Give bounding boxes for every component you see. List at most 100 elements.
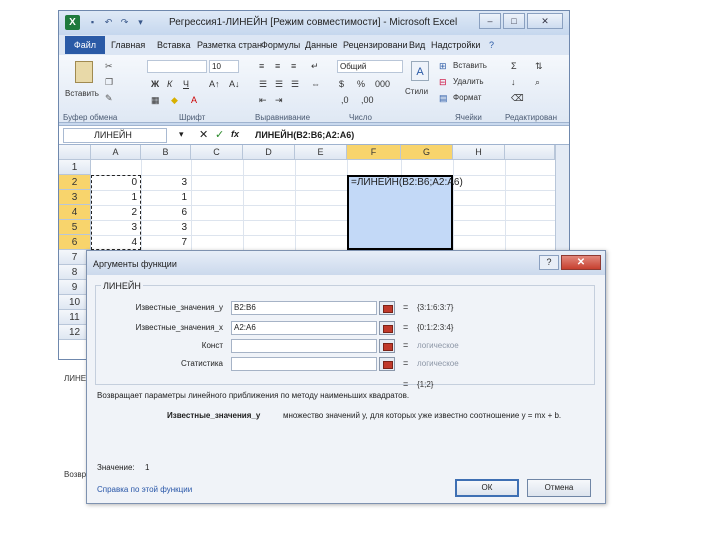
name-box-dropdown-icon[interactable]: ▾ [179, 129, 184, 140]
enter-formula-icon[interactable]: ✓ [215, 128, 224, 141]
save-icon[interactable]: ▪ [87, 17, 98, 28]
align-top-icon[interactable]: ≡ [259, 61, 264, 71]
tab-file[interactable]: Файл [65, 36, 105, 54]
column-header-a[interactable]: A [91, 145, 141, 160]
autosum-icon[interactable]: Σ [511, 61, 517, 71]
column-header-i[interactable] [505, 145, 555, 160]
arg-input-stats[interactable] [231, 357, 377, 371]
column-header-h[interactable]: H [453, 145, 505, 160]
insert-cells-label[interactable]: Вставить [453, 61, 487, 70]
column-header-e[interactable]: E [295, 145, 347, 160]
cell-a4[interactable]: 2 [91, 205, 141, 220]
styles-icon[interactable]: A [411, 61, 429, 81]
percent-icon[interactable]: % [357, 79, 365, 89]
fill-color-icon[interactable]: ◆ [171, 95, 178, 106]
sort-filter-icon[interactable]: ⇅ [535, 61, 543, 72]
collapse-dialog-icon[interactable] [379, 321, 395, 335]
comma-style-icon[interactable]: 000 [375, 79, 390, 89]
currency-icon[interactable]: $ [339, 79, 344, 89]
row-header-3[interactable]: 3 [59, 190, 91, 205]
increase-decimal-icon[interactable]: ,0 [341, 95, 349, 105]
cell-a5[interactable]: 3 [91, 220, 141, 235]
cancel-button[interactable]: Отмена [527, 479, 591, 497]
cell-f2-formula[interactable]: =ЛИНЕЙН(B2:B6;A2:A6) [351, 177, 463, 188]
cancel-formula-icon[interactable]: ✕ [199, 128, 208, 141]
paste-icon[interactable] [75, 61, 93, 83]
close-window-button[interactable]: ✕ [527, 13, 563, 29]
borders-icon[interactable]: ▦ [151, 95, 160, 106]
column-header-c[interactable]: C [191, 145, 243, 160]
column-header-g[interactable]: G [401, 145, 453, 160]
name-box[interactable]: ЛИНЕЙН [63, 128, 167, 143]
font-shrink-icon[interactable]: A↓ [229, 79, 240, 89]
arg-input-known-y[interactable]: B2:B6 [231, 301, 377, 315]
column-header-f[interactable]: F [347, 145, 401, 160]
customize-quick-access-icon[interactable]: ▾ [135, 17, 146, 28]
bold-button[interactable]: Ж [151, 79, 159, 89]
format-cells-icon[interactable]: ▤ [439, 93, 448, 104]
row-header-6[interactable]: 6 [59, 235, 91, 250]
align-left-icon[interactable]: ☰ [259, 79, 267, 90]
align-right-icon[interactable]: ☰ [291, 79, 299, 90]
help-icon[interactable]: ? [489, 40, 494, 50]
align-bottom-icon[interactable]: ≡ [291, 61, 296, 71]
format-painter-icon[interactable]: ✎ [105, 93, 113, 104]
ok-button[interactable]: ОК [455, 479, 519, 497]
paste-label[interactable]: Вставить [65, 89, 99, 98]
cut-icon[interactable]: ✂ [105, 61, 113, 72]
tab-review[interactable]: Рецензировани [343, 40, 408, 50]
tab-data[interactable]: Данные [305, 40, 338, 50]
font-grow-icon[interactable]: A↑ [209, 79, 220, 89]
cell-a2[interactable]: 0 [91, 175, 141, 190]
formula-input[interactable]: ЛИНЕЙН(B2:B6;A2:A6) [255, 130, 354, 140]
cell-b2[interactable]: 3 [141, 175, 191, 190]
insert-cells-icon[interactable]: ⊞ [439, 61, 447, 72]
styles-label[interactable]: Стили [405, 87, 428, 96]
delete-cells-icon[interactable]: ⊟ [439, 77, 447, 88]
insert-function-icon[interactable]: fx [231, 129, 239, 139]
number-format-select[interactable]: Общий [337, 60, 403, 73]
clear-icon[interactable]: ⌫ [511, 93, 524, 104]
copy-icon[interactable]: ❐ [105, 77, 113, 88]
tab-view[interactable]: Вид [409, 40, 425, 50]
row-header-4[interactable]: 4 [59, 205, 91, 220]
font-color-icon[interactable]: A [191, 95, 197, 105]
italic-button[interactable]: К [167, 79, 172, 89]
find-select-icon[interactable]: ⌕ [535, 77, 540, 88]
delete-cells-label[interactable]: Удалить [453, 77, 484, 86]
indent-increase-icon[interactable]: ⇥ [275, 95, 283, 106]
arg-input-known-x[interactable]: A2:A6 [231, 321, 377, 335]
underline-button[interactable]: Ч [183, 79, 189, 89]
align-middle-icon[interactable]: ≡ [275, 61, 280, 71]
dialog-close-button[interactable]: ✕ [561, 255, 601, 270]
dialog-help-button[interactable]: ? [539, 255, 559, 270]
wrap-text-icon[interactable]: ↵ [311, 61, 319, 72]
indent-decrease-icon[interactable]: ⇤ [259, 95, 267, 106]
format-cells-label[interactable]: Формат [453, 93, 481, 102]
tab-page-layout[interactable]: Разметка стран [197, 40, 262, 50]
font-name-select[interactable] [147, 60, 207, 73]
row-header-5[interactable]: 5 [59, 220, 91, 235]
maximize-button[interactable]: □ [503, 13, 525, 29]
tab-addins[interactable]: Надстройки [431, 40, 480, 50]
cell-a3[interactable]: 1 [91, 190, 141, 205]
align-center-icon[interactable]: ☰ [275, 79, 283, 90]
collapse-dialog-icon[interactable] [379, 301, 395, 315]
decrease-decimal-icon[interactable]: ,00 [361, 95, 374, 105]
row-header-1[interactable]: 1 [59, 160, 91, 175]
tab-insert[interactable]: Вставка [157, 40, 190, 50]
collapse-dialog-icon[interactable] [379, 357, 395, 371]
tab-home[interactable]: Главная [111, 40, 145, 50]
font-size-select[interactable]: 10 [209, 60, 239, 73]
redo-icon[interactable]: ↷ [119, 17, 130, 28]
tab-formulas[interactable]: Формулы [261, 40, 300, 50]
cell-b3[interactable]: 1 [141, 190, 191, 205]
column-header-b[interactable]: B [141, 145, 191, 160]
minimize-button[interactable]: – [479, 13, 501, 29]
row-header-2[interactable]: 2 [59, 175, 91, 190]
column-header-d[interactable]: D [243, 145, 295, 160]
cell-a6[interactable]: 4 [91, 235, 141, 250]
function-help-link[interactable]: Справка по этой функции [97, 485, 192, 494]
arg-input-const[interactable] [231, 339, 377, 353]
cell-b6[interactable]: 7 [141, 235, 191, 250]
